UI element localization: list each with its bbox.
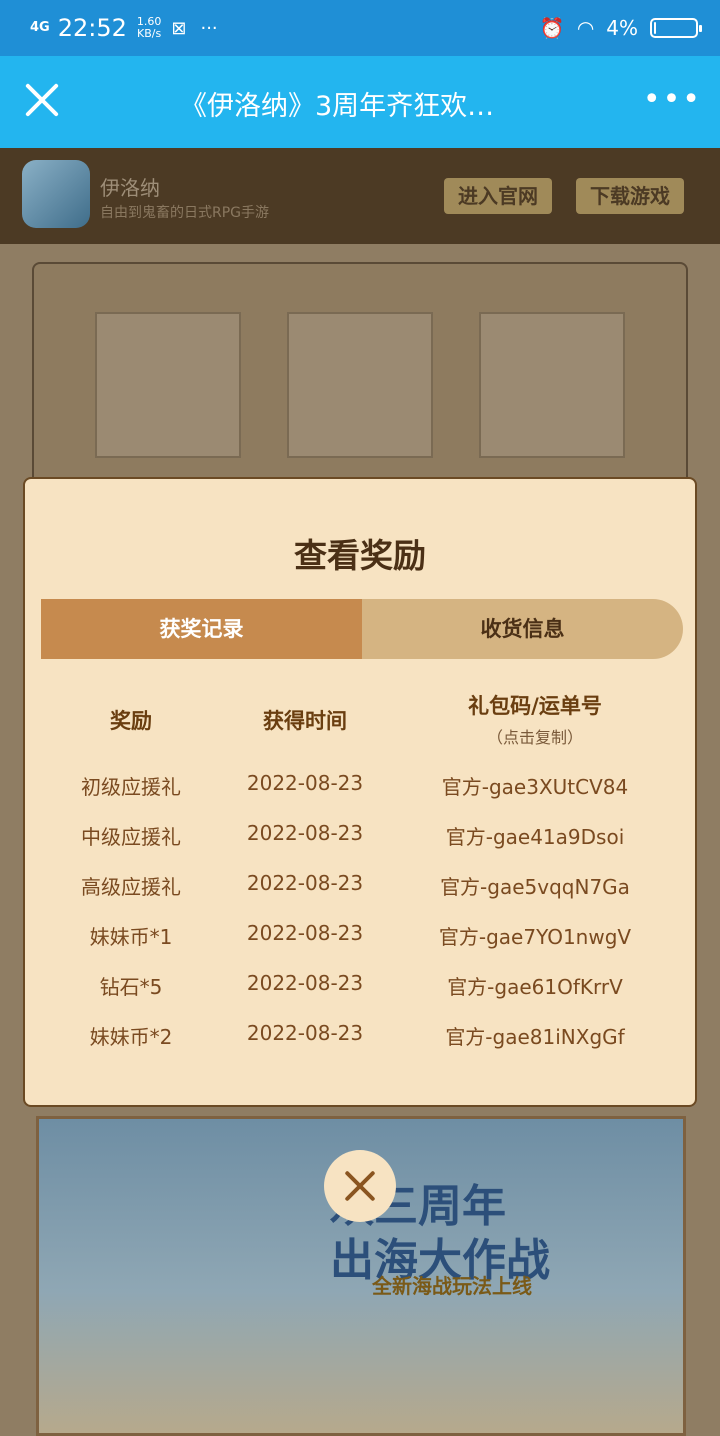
reward-time: 2022-08-23 <box>246 1021 364 1045</box>
network-speed: 1.60 KB/s <box>137 16 162 40</box>
more-menu-icon[interactable]: ••• <box>643 85 702 115</box>
column-header-reward: 奖励 <box>110 709 152 733</box>
table-row: 高级应援礼 2022-08-23 官方-gae5vqqN7Ga <box>25 871 695 911</box>
reward-modal: 查看奖励 获奖记录 收货信息 奖励 获得时间 礼包码/运单号 （点击复制） 初级… <box>23 477 697 1107</box>
reward-time: 2022-08-23 <box>246 921 364 945</box>
reward-code[interactable]: 官方-gae7YO1nwgV <box>413 921 657 950</box>
reward-code[interactable]: 官方-gae5vqqN7Ga <box>413 871 657 900</box>
reward-code[interactable]: 官方-gae61OfKrrV <box>413 971 657 1000</box>
modal-close-icon[interactable] <box>324 1150 396 1222</box>
modal-title: 查看奖励 <box>294 536 426 575</box>
alarm-icon: ⏰ <box>539 16 565 40</box>
wifi-icon: ◠ <box>576 16 595 40</box>
table-row: 妹妹币*1 2022-08-23 官方-gae7YO1nwgV <box>25 921 695 961</box>
reward-name: 中级应援礼 <box>81 825 181 849</box>
reward-name: 初级应援礼 <box>81 775 181 799</box>
tab-award-records[interactable]: 获奖记录 <box>41 599 362 659</box>
reward-code[interactable]: 官方-gae41a9Dsoi <box>413 821 657 850</box>
speed-unit: KB/s <box>137 27 162 40</box>
battery-fill <box>654 22 656 34</box>
app-subtitle: 自由到鬼畜的日式RPG手游 <box>100 205 270 221</box>
column-header-code-hint: （点击复制） <box>486 728 583 747</box>
title-bar: 《伊洛纳》3周年齐狂欢… ••• <box>0 56 720 148</box>
battery-icon <box>650 18 702 38</box>
reward-name: 高级应援礼 <box>81 875 181 899</box>
network-indicator: 4G <box>30 20 50 35</box>
download-game-button[interactable]: 下载游戏 <box>576 178 684 214</box>
table-row: 钻石*5 2022-08-23 官方-gae61OfKrrV <box>25 971 695 1011</box>
prize-image <box>479 312 625 458</box>
banner-tagline: 全新海战玩法上线 <box>372 1274 532 1298</box>
tab-bar: 获奖记录 收货信息 <box>41 599 683 659</box>
table-row: 中级应援礼 2022-08-23 官方-gae41a9Dsoi <box>25 821 695 861</box>
status-bar: 4G 22:52 1.60 KB/s ⊠ ··· ⏰ ◠ 4% <box>0 0 720 56</box>
close-icon[interactable] <box>22 80 62 120</box>
notification-icon: ⊠ <box>171 17 187 39</box>
reward-name: 妹妹币*1 <box>89 925 173 949</box>
column-header-time: 获得时间 <box>263 709 347 733</box>
reward-name: 钻石*5 <box>99 975 163 999</box>
battery-percent: 4% <box>606 16 638 40</box>
tab-shipping-info[interactable]: 收货信息 <box>362 599 683 659</box>
app-name: 伊洛纳 <box>100 176 160 200</box>
more-notifications: ··· <box>200 17 218 39</box>
clock: 22:52 <box>57 14 127 42</box>
table-row: 初级应援礼 2022-08-23 官方-gae3XUtCV84 <box>25 771 695 811</box>
page-title: 《伊洛纳》3周年齐狂欢… <box>180 91 495 122</box>
reward-name: 妹妹币*2 <box>89 1025 173 1049</box>
reward-time: 2022-08-23 <box>246 871 364 895</box>
prize-image <box>287 312 433 458</box>
enter-site-button[interactable]: 进入官网 <box>444 178 552 214</box>
table-row: 妹妹币*2 2022-08-23 官方-gae81iNXgGf <box>25 1021 695 1061</box>
reward-code[interactable]: 官方-gae3XUtCV84 <box>413 771 657 800</box>
reward-code[interactable]: 官方-gae81iNXgGf <box>413 1021 657 1050</box>
reward-time: 2022-08-23 <box>246 821 364 845</box>
prize-image <box>95 312 241 458</box>
status-right: ⏰ ◠ 4% <box>539 16 702 40</box>
column-header-code: 礼包码/运单号 <box>468 694 602 718</box>
reward-time: 2022-08-23 <box>246 971 364 995</box>
reward-time: 2022-08-23 <box>246 771 364 795</box>
app-icon <box>22 160 90 228</box>
